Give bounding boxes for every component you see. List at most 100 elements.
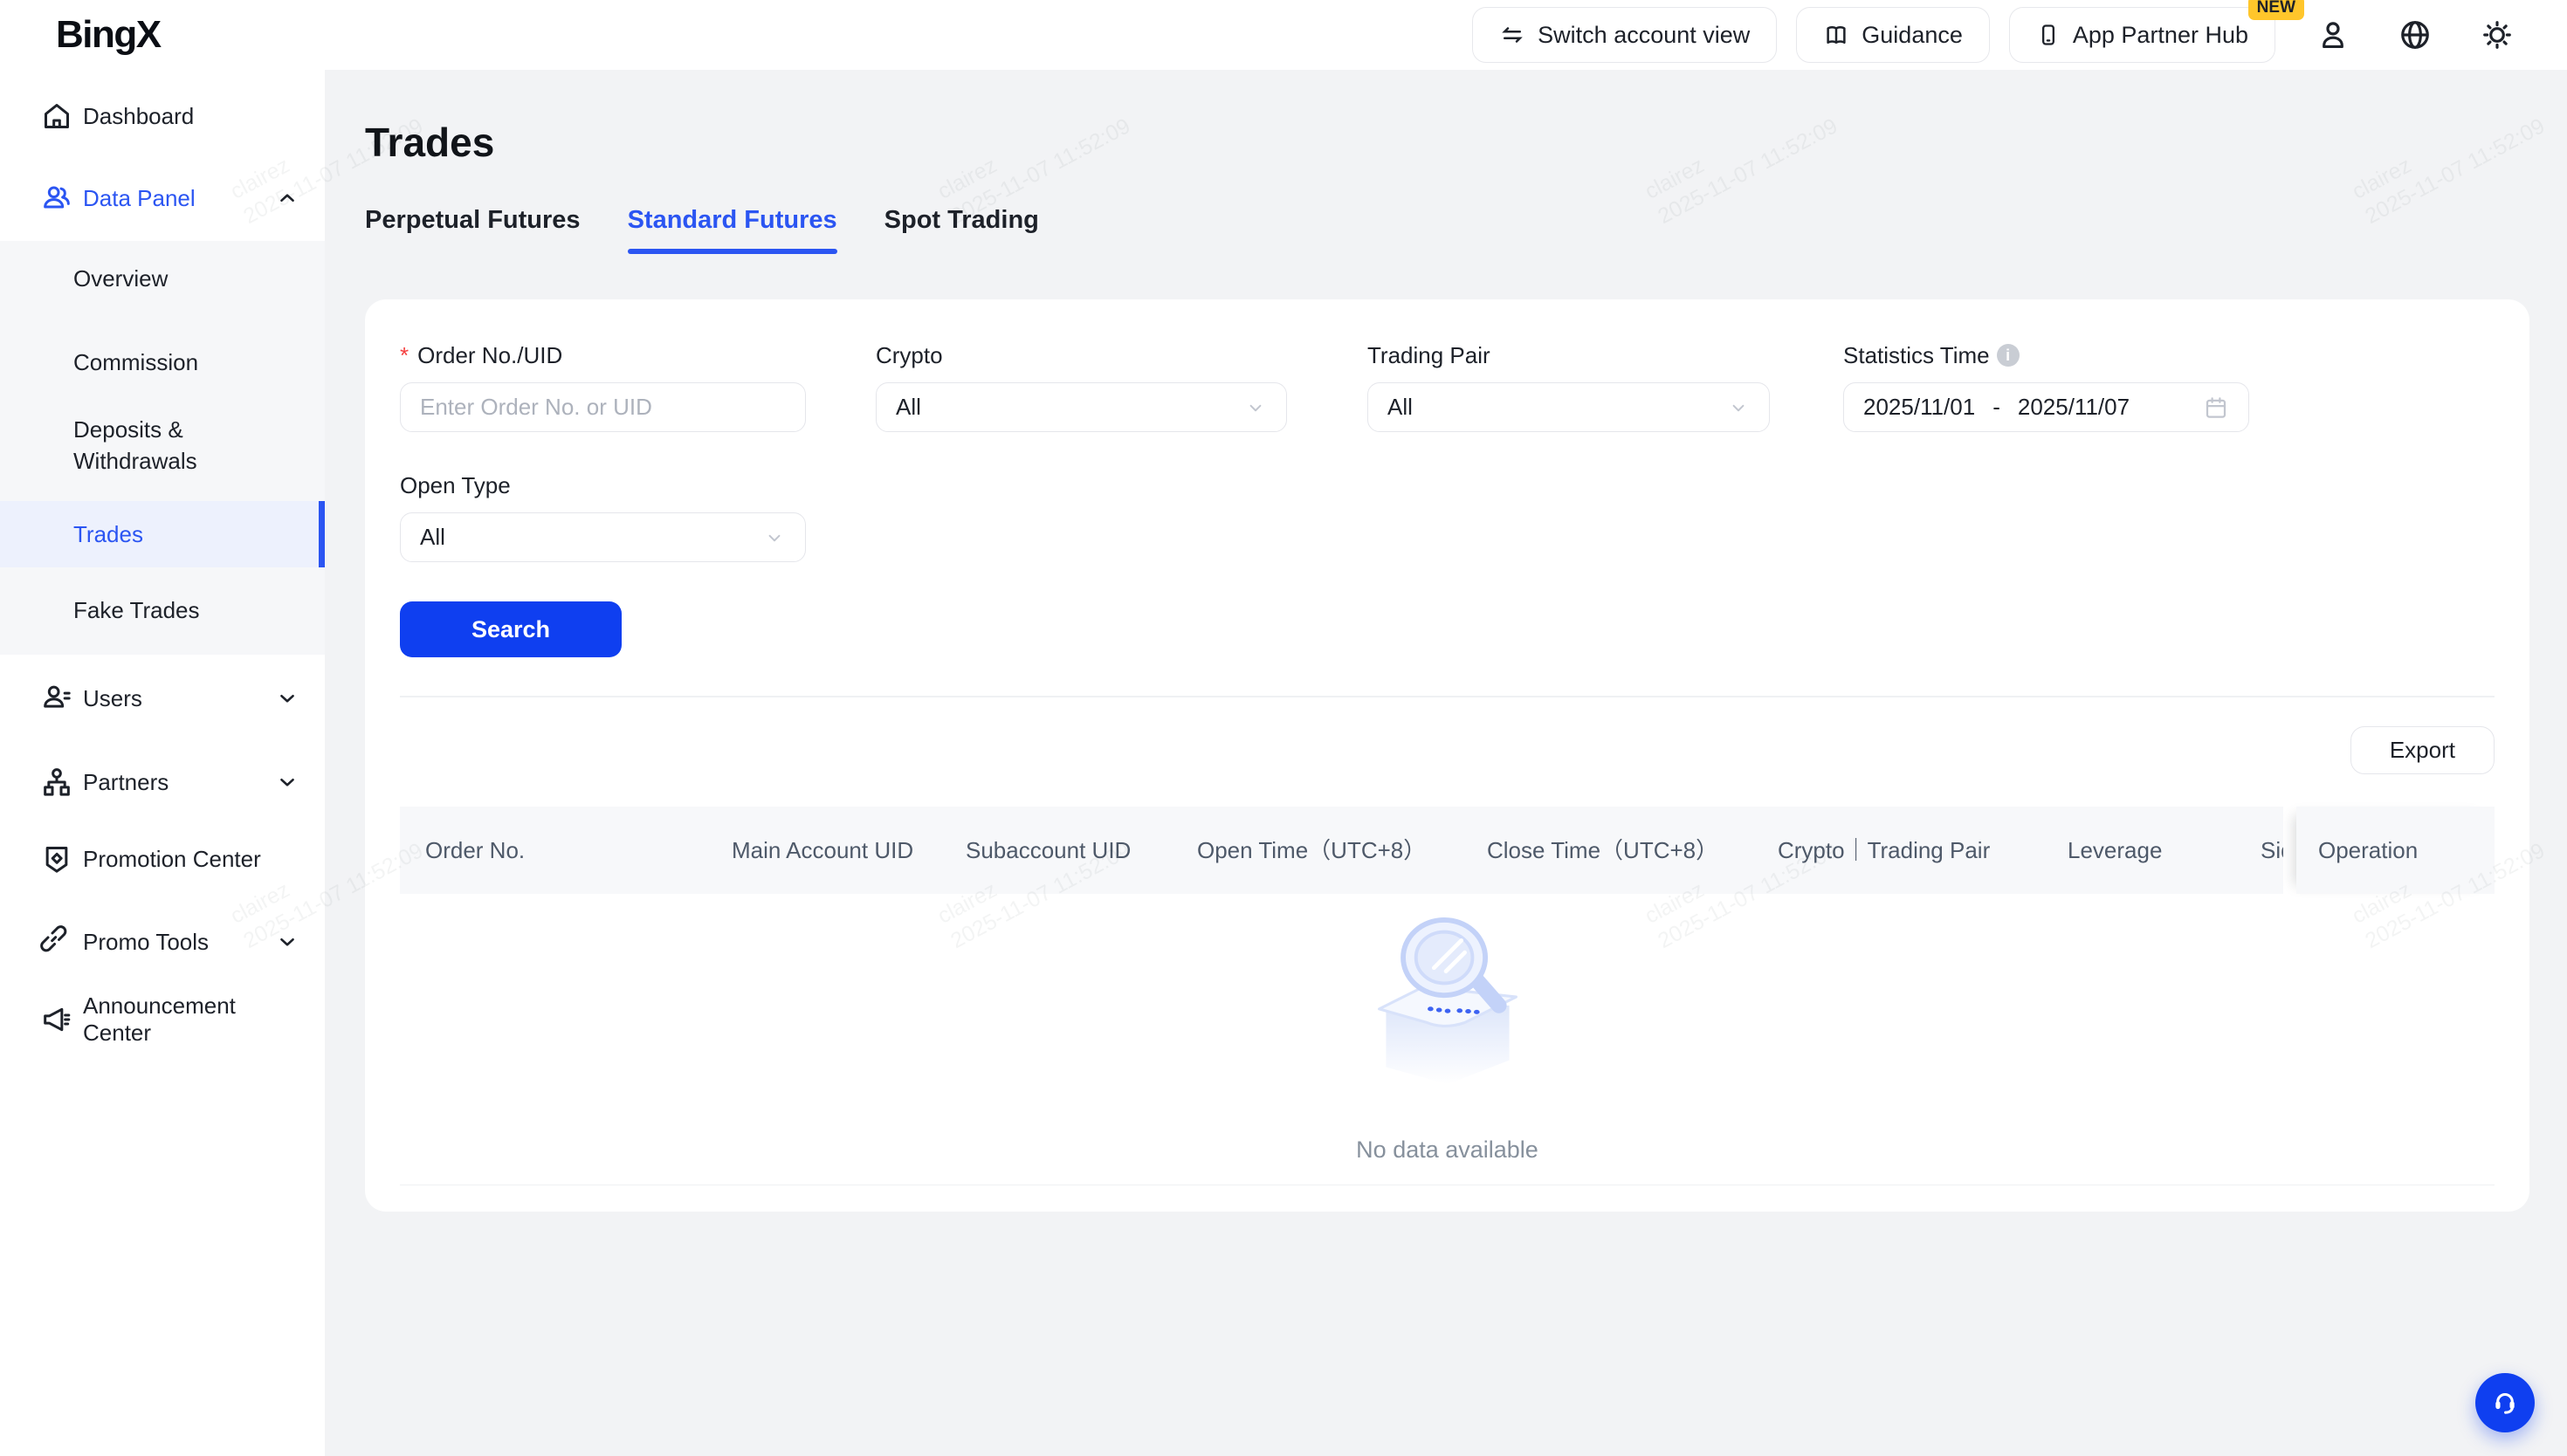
field-label-text: Order No./UID [417, 342, 562, 369]
chevron-down-icon [276, 771, 299, 793]
headset-icon [2488, 1386, 2522, 1419]
submenu-item-fake-trades[interactable]: Fake Trades [0, 583, 325, 637]
trades-table: Order No.Main Account UIDSubaccount UIDO… [400, 807, 2495, 1185]
sidebar-item-label: Dashboard [83, 103, 194, 130]
submenu-item-label: Overview [73, 265, 168, 292]
sidebar-item-data-panel[interactable]: Data Panel [0, 171, 325, 225]
submenu-item-overview[interactable]: Overview [0, 251, 325, 306]
calendar-icon [2203, 395, 2229, 421]
home-icon [39, 99, 74, 134]
chevron-down-icon [1727, 396, 1750, 419]
field-crypto: Crypto All [876, 342, 1287, 432]
language-button[interactable] [2396, 16, 2434, 54]
sidebar-item-promo-tools[interactable]: Promo Tools [0, 915, 325, 969]
filter-row-2: Open Type All [400, 472, 2495, 562]
column-header-7: Side [2261, 807, 2283, 894]
column-header-2: Subaccount UID [966, 807, 1131, 894]
person-icon [2316, 18, 2350, 52]
filter-row-1: * Order No./UID Crypto All Trading Pair … [400, 342, 2495, 432]
switch-arrows-icon [1499, 22, 1525, 48]
chevron-up-icon [276, 187, 299, 209]
column-header-3: Open Time（UTC+8） [1197, 807, 1426, 894]
chevron-down-icon [276, 931, 299, 953]
phone-icon [2036, 22, 2061, 48]
shield-badge-icon [39, 841, 74, 876]
submenu-item-trades[interactable]: Trades [0, 501, 325, 567]
app-partner-hub-button[interactable]: App Partner Hub NEW [2009, 7, 2275, 63]
export-row: Export [400, 726, 2495, 774]
sidebar-item-users[interactable]: Users [0, 671, 325, 725]
sidebar-item-label: Promotion Center [83, 846, 261, 873]
guidance-button[interactable]: Guidance [1796, 7, 1990, 63]
sidebar-item-partners[interactable]: Partners [0, 755, 325, 809]
data-panel-icon [39, 181, 74, 216]
statistics-time-label: Statistics Time [1843, 342, 1990, 369]
org-chart-icon [39, 765, 74, 800]
trading-pair-label: Trading Pair [1367, 342, 1490, 369]
order-no-label: * Order No./UID [400, 342, 806, 368]
no-data-illustration [1362, 917, 1533, 1088]
column-header-4: Close Time（UTC+8） [1487, 807, 1718, 894]
submenu-item-label: Trades [73, 521, 143, 548]
info-icon: i [1997, 344, 2020, 367]
new-badge: NEW [2248, 0, 2304, 20]
open-type-select[interactable]: All [400, 512, 806, 562]
tab-perpetual-futures[interactable]: Perpetual Futures [365, 206, 581, 254]
theme-toggle-button[interactable] [2478, 16, 2516, 54]
field-open-type: Open Type All [400, 472, 806, 562]
trading-pair-select[interactable]: All [1367, 382, 1770, 432]
tab-spot-trading[interactable]: Spot Trading [884, 206, 1039, 254]
submenu-item-label: Deposits & [73, 414, 183, 445]
sidebar-item-label: Partners [83, 769, 169, 796]
tab-label: Standard Futures [628, 206, 837, 234]
switch-account-view-button[interactable]: Switch account view [1472, 7, 1777, 63]
topbar-actions: Switch account view Guidance App Partner… [1472, 7, 2516, 63]
data-panel-submenu: Overview Commission Deposits & Withdrawa… [0, 241, 325, 655]
open-type-label: Open Type [400, 472, 511, 499]
link-icon [39, 924, 74, 959]
empty-state: No data available [400, 894, 2495, 1185]
content-card: * Order No./UID Crypto All Trading Pair … [365, 299, 2529, 1212]
chevron-down-icon [276, 687, 299, 710]
sidebar: Dashboard Data Panel Overview Commission… [0, 70, 325, 1456]
column-header-5: Crypto｜Trading Pair [1778, 807, 1990, 894]
sidebar-item-announcement-center[interactable]: Announcement Center [0, 992, 325, 1047]
crypto-select-value: All [896, 394, 921, 421]
sun-icon [2481, 18, 2514, 52]
bingx-logo: BingX [56, 13, 161, 57]
submenu-item-label: Withdrawals [73, 445, 197, 477]
operation-column-header: Operation [2296, 807, 2495, 894]
customer-support-fab[interactable] [2475, 1373, 2535, 1432]
users-icon [39, 681, 74, 716]
open-type-select-value: All [420, 524, 445, 551]
fixed-column-gap [2283, 807, 2296, 894]
crypto-select[interactable]: All [876, 382, 1287, 432]
required-asterisk: * [400, 342, 409, 369]
tab-standard-futures[interactable]: Standard Futures [628, 206, 837, 254]
submenu-item-deposits-withdrawals[interactable]: Deposits & Withdrawals [0, 403, 325, 487]
app-partner-hub-label: App Partner Hub [2073, 22, 2248, 49]
sidebar-item-dashboard[interactable]: Dashboard [0, 89, 325, 143]
megaphone-icon [39, 1002, 74, 1037]
submenu-item-label: Commission [73, 349, 198, 376]
tab-bar: Perpetual Futures Standard Futures Spot … [365, 206, 2567, 254]
table-header-scroll: Order No.Main Account UIDSubaccount UIDO… [400, 807, 2283, 894]
search-button[interactable]: Search [400, 601, 622, 657]
export-button[interactable]: Export [2350, 726, 2495, 774]
sidebar-item-promotion-center[interactable]: Promotion Center [0, 832, 325, 886]
column-header-1: Main Account UID [732, 807, 913, 894]
globe-icon [2398, 18, 2432, 52]
crypto-label: Crypto [876, 342, 943, 369]
field-trading-pair: Trading Pair All [1367, 342, 1770, 432]
submenu-item-commission[interactable]: Commission [0, 335, 325, 389]
section-divider [400, 696, 2495, 697]
trading-pair-select-value: All [1387, 394, 1413, 421]
order-no-input[interactable] [400, 382, 806, 432]
sidebar-item-label: Users [83, 685, 142, 712]
field-order-no: * Order No./UID [400, 342, 806, 432]
date-range-picker[interactable]: 2025/11/01 - 2025/11/07 [1843, 382, 2249, 432]
active-tab-underline [628, 249, 837, 254]
top-bar: BingX Switch account view Guidance App P… [0, 0, 2567, 70]
switch-account-view-label: Switch account view [1538, 22, 1750, 49]
account-button[interactable] [2314, 16, 2352, 54]
